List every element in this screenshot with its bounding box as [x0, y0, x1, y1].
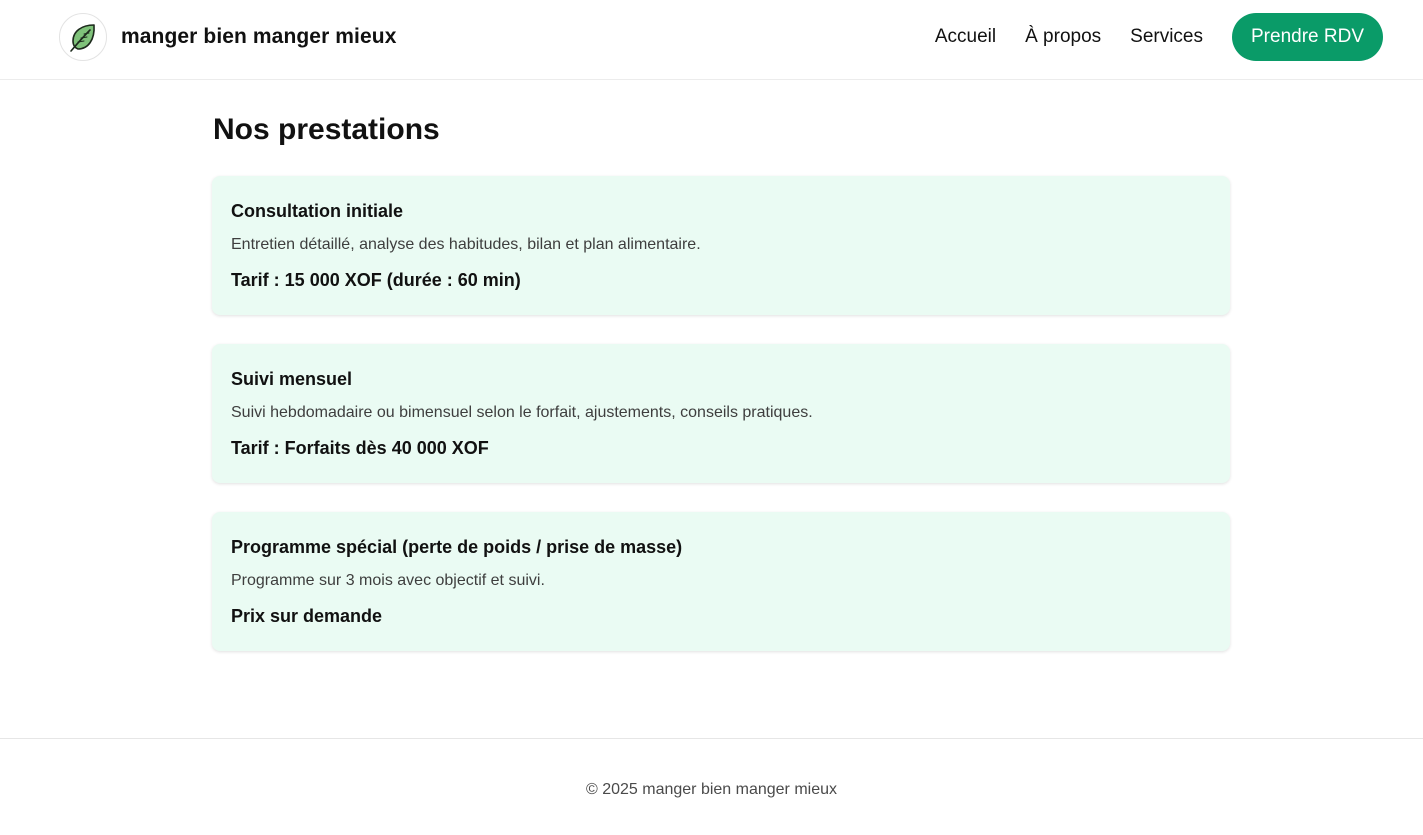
service-title: Consultation initiale	[231, 201, 404, 221]
site-footer: © 2025 manger bien manger mieux	[0, 738, 1423, 835]
page-title: Nos prestations	[213, 113, 440, 146]
service-card-suivi: Suivi mensuel Suivi hebdomadaire ou bime…	[212, 344, 1230, 483]
service-title: Programme spécial (perte de poids / pris…	[231, 537, 683, 557]
main-content: Nos prestations Consultation initiale En…	[212, 80, 1230, 651]
service-price: Prix sur demande	[231, 606, 383, 626]
service-price: Tarif : 15 000 XOF (durée : 60 min)	[231, 270, 521, 290]
book-appointment-button[interactable]: Prendre RDV	[1232, 13, 1383, 61]
service-description: Entretien détaillé, analyse des habitude…	[231, 236, 701, 253]
nav-link-accueil[interactable]: Accueil	[935, 26, 996, 48]
service-card-programme: Programme spécial (perte de poids / pris…	[212, 512, 1230, 651]
leaf-icon	[59, 13, 107, 61]
service-price: Tarif : Forfaits dès 40 000 XOF	[231, 438, 489, 458]
service-card-consultation: Consultation initiale Entretien détaillé…	[212, 176, 1230, 315]
brand[interactable]: manger bien manger mieux	[59, 13, 396, 61]
copyright-text: © 2025 manger bien manger mieux	[585, 781, 838, 798]
service-description: Programme sur 3 mois avec objectif et su…	[231, 572, 545, 589]
main-nav: Accueil À propos Services Prendre RDV	[935, 13, 1383, 61]
brand-name: manger bien manger mieux	[121, 25, 397, 48]
nav-link-a-propos[interactable]: À propos	[1025, 26, 1101, 48]
nav-link-services[interactable]: Services	[1130, 26, 1203, 48]
service-description: Suivi hebdomadaire ou bimensuel selon le…	[231, 404, 813, 421]
site-header: manger bien manger mieux Accueil À propo…	[0, 0, 1423, 80]
service-title: Suivi mensuel	[231, 369, 353, 389]
